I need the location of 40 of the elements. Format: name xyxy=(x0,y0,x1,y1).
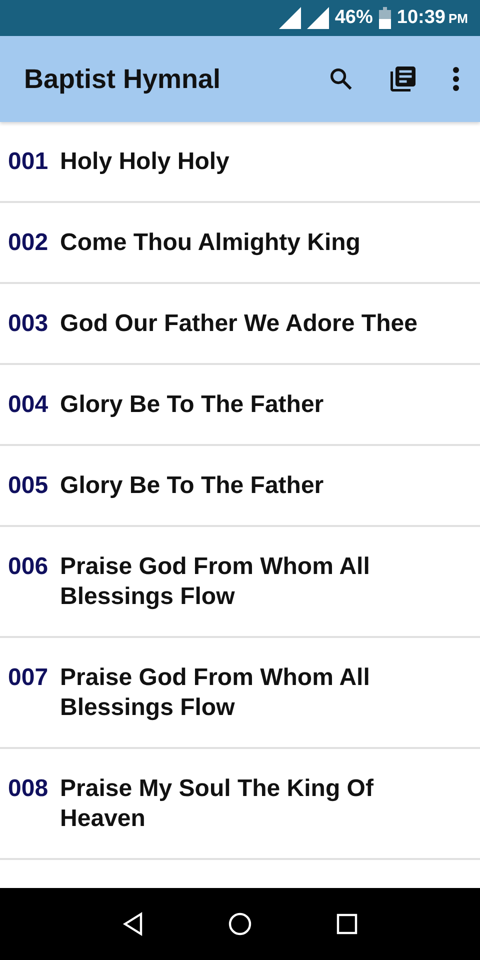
hymn-row[interactable]: 004 Glory Be To The Father xyxy=(0,365,480,446)
hymn-title: Holy Holy Holy xyxy=(60,147,230,177)
hymn-title: Glory Be To The Father xyxy=(60,390,324,420)
hymn-title: Come Thou Almighty King xyxy=(60,228,360,258)
library-icon xyxy=(388,64,418,94)
clock-time: 10:39 xyxy=(396,7,446,29)
battery-icon xyxy=(378,7,391,29)
hymn-number: 006 xyxy=(8,552,48,582)
hymn-number: 004 xyxy=(8,390,48,420)
hymn-row[interactable]: 001 Holy Holy Holy xyxy=(0,122,480,203)
hymn-title: Glory Be To The Father xyxy=(60,471,324,501)
recents-icon[interactable] xyxy=(336,913,358,935)
back-icon[interactable] xyxy=(122,912,144,936)
hymn-number: 001 xyxy=(8,147,48,177)
battery-percent: 46% xyxy=(334,7,373,29)
signal-icon xyxy=(278,7,301,29)
signal-icon xyxy=(306,7,329,29)
hymn-row[interactable]: 005 Glory Be To The Father xyxy=(0,446,480,527)
clock-meridiem: PM xyxy=(448,10,468,26)
search-button[interactable] xyxy=(328,66,354,92)
library-button[interactable] xyxy=(388,64,418,94)
hymn-number: 003 xyxy=(8,309,48,339)
search-icon xyxy=(328,66,354,92)
hymn-title: Praise God From Whom All Blessings Flow xyxy=(60,552,371,612)
hymn-title: God Our Father We Adore Thee xyxy=(60,309,418,339)
hymn-title: Praise God From Whom All Blessings Flow xyxy=(60,663,371,723)
app-title: Baptist Hymnal xyxy=(24,64,222,94)
more-icon xyxy=(452,66,460,92)
hymn-row[interactable]: 007 Praise God From Whom All Blessings Flow xyxy=(0,638,480,749)
hymn-number: 008 xyxy=(8,774,48,804)
more-button[interactable] xyxy=(452,66,460,92)
hymn-number: 005 xyxy=(8,471,48,501)
hymn-number: 007 xyxy=(8,663,48,693)
hymn-number: 002 xyxy=(8,228,48,258)
hymn-row[interactable]: 008 Praise My Soul The King Of Heaven xyxy=(0,749,480,860)
hymn-row[interactable]: 003 God Our Father We Adore Thee xyxy=(0,284,480,365)
hymn-row[interactable]: 006 Praise God From Whom All Blessings Flow xyxy=(0,527,480,638)
hymn-title: Praise My Soul The King Of Heaven xyxy=(60,774,374,834)
hymn-row[interactable]: 002 Come Thou Almighty King xyxy=(0,203,480,284)
home-icon[interactable] xyxy=(228,912,252,936)
